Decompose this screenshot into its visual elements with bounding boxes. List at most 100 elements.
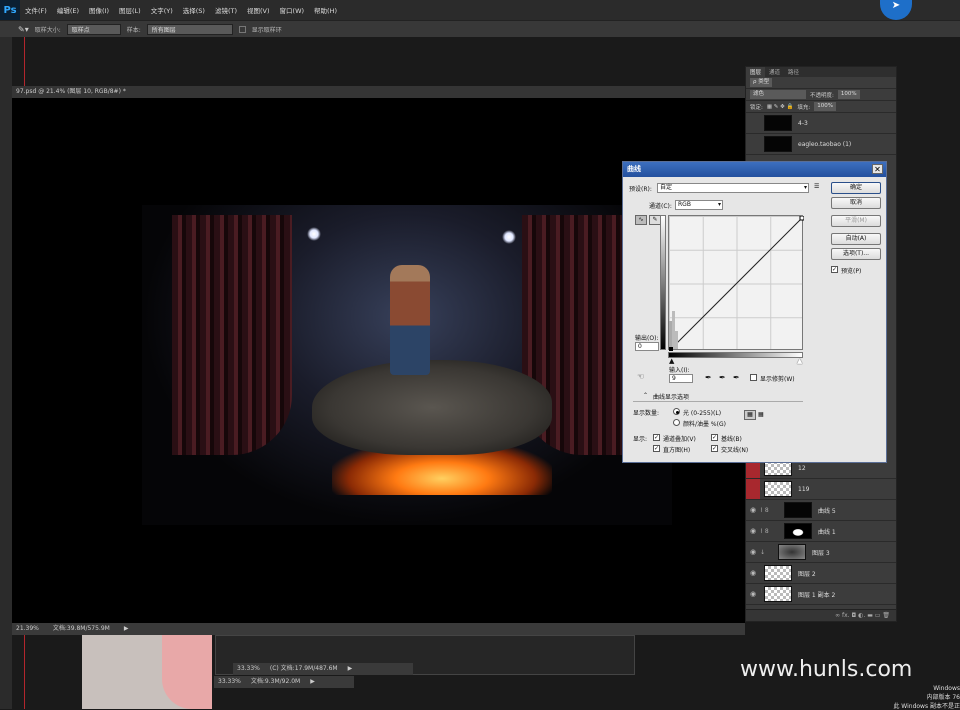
eye-icon[interactable]: ◉ (746, 548, 760, 556)
background-document-photo[interactable] (82, 635, 212, 709)
menu-file[interactable]: 文件(F) (20, 5, 52, 15)
preset-select[interactable]: 自定 (657, 183, 809, 193)
sample-size-select[interactable]: 取样点 (66, 23, 121, 35)
channel-select[interactable]: RGB (675, 200, 723, 210)
dialog-titlebar[interactable]: 曲线 ✕ (623, 162, 886, 177)
zoom-level[interactable]: 21.39% (16, 623, 39, 635)
grid-detailed-icon[interactable]: ▦ (758, 411, 764, 418)
menu-image[interactable]: 图像(I) (84, 5, 114, 15)
sample-label: 样本: (126, 26, 141, 34)
layer-row[interactable]: ◉ ⌇ 8 曲线 5 (746, 500, 896, 521)
intersection-checkbox[interactable]: ✓ (711, 445, 718, 452)
layers-panel-footer[interactable]: ∞ fx. ◘ ◐. ▬ ▭ 🗑 (746, 609, 896, 621)
show-clipping-checkbox[interactable] (750, 374, 757, 381)
menu-edit[interactable]: 编辑(E) (52, 5, 84, 15)
layer-row[interactable]: ◉ ⌇ 8 曲线 1 (746, 521, 896, 542)
layers-panel-tabs: 图层 通道 路径 (746, 67, 896, 77)
histogram-checkbox[interactable]: ✓ (653, 445, 660, 452)
curve-graph[interactable] (668, 215, 804, 351)
lower-zoom[interactable]: 33.33% (218, 676, 241, 688)
watermark: www.hunls.com (740, 657, 913, 682)
options-button[interactable]: 选项(T)... (831, 248, 881, 260)
visibility-toggle[interactable] (746, 479, 760, 499)
pigment-radio[interactable] (673, 419, 680, 426)
on-image-adjust-icon[interactable]: ☜ (637, 372, 644, 381)
layer-name: 图层 1 副本 2 (798, 591, 836, 599)
menu-window[interactable]: 窗口(W) (275, 5, 310, 15)
layer-row[interactable]: eagleo.taobao (1) (746, 134, 896, 155)
baseline-checkbox[interactable]: ✓ (711, 434, 718, 441)
preset-options-icon[interactable]: ☰ (814, 183, 819, 190)
grid-simple-icon[interactable]: ▦ (744, 410, 756, 420)
menu-layer[interactable]: 图层(L) (114, 5, 146, 15)
smooth-button[interactable]: 平滑(M) (831, 215, 881, 227)
eye-icon[interactable]: ◉ (746, 527, 760, 535)
lower-doc-size[interactable]: 文档:9.3M/92.0M (251, 676, 300, 688)
layer-thumbnail (764, 481, 792, 497)
eyedropper-icon[interactable]: ✎▾ (18, 25, 29, 34)
menu-view[interactable]: 视图(V) (242, 5, 275, 15)
show-amount-label: 显示数量: (633, 410, 660, 417)
light-option-label: 光 (0-255)(L) (683, 410, 722, 417)
show-ring-checkbox[interactable] (238, 25, 246, 33)
show-clipping-label: 显示修剪(W) (760, 376, 795, 383)
windows-line-2: 内部版本 76 (926, 694, 960, 701)
show-label: 显示: (633, 436, 648, 443)
eye-icon[interactable]: ◉ (746, 569, 760, 577)
menu-type[interactable]: 文字(Y) (146, 5, 178, 15)
status-arrow-icon[interactable]: ▶ (348, 663, 353, 675)
menu-select[interactable]: 选择(S) (178, 5, 210, 15)
layer-row[interactable]: ◉ ↓ 图层 3 (746, 542, 896, 563)
fill-field[interactable]: 100% (814, 102, 836, 111)
rhino (312, 360, 552, 455)
preview-checkbox[interactable]: ✓ (831, 266, 838, 273)
black-point-slider[interactable]: ▲ (669, 357, 674, 365)
white-eyedropper-icon[interactable]: ✒ (733, 373, 740, 382)
layer-name: 119 (798, 485, 810, 493)
auto-button[interactable]: 自动(A) (831, 233, 881, 245)
lower-status-bar-2: 33.33% 文档:9.3M/92.0M ▶ (214, 676, 354, 688)
curve-point-icon[interactable]: ∿ (635, 215, 647, 225)
input-field[interactable]: 9 (669, 374, 693, 383)
status-arrow-icon[interactable]: ▶ (310, 676, 315, 688)
layer-row[interactable]: ◉ 图层 2 (746, 563, 896, 584)
black-eyedropper-icon[interactable]: ✒ (705, 373, 712, 382)
tab-layers[interactable]: 图层 (746, 67, 766, 77)
sample-select[interactable]: 所有图层 (146, 23, 233, 35)
menu-help[interactable]: 帮助(H) (309, 5, 342, 15)
menu-filter[interactable]: 滤镜(T) (210, 5, 242, 15)
status-arrow-icon[interactable]: ▶ (124, 623, 129, 635)
dialog-title: 曲线 (627, 165, 641, 173)
tab-channels[interactable]: 通道 (765, 67, 784, 77)
lower-doc-size[interactable]: (C) 文档:17.9M/487.6M (270, 663, 338, 675)
kind-filter-select[interactable]: ρ 类型 (750, 78, 773, 87)
blend-row: 滤色 不透明度: 100% (746, 89, 896, 101)
opacity-field[interactable]: 100% (837, 90, 860, 99)
eye-icon[interactable]: ◉ (746, 506, 760, 514)
cancel-button[interactable]: 取消 (831, 197, 881, 209)
layer-row[interactable]: 4-3 (746, 113, 896, 134)
photoshop-logo: Ps (0, 0, 20, 20)
layer-row[interactable]: 119 (746, 479, 896, 500)
lock-icons[interactable]: ▦ ✎ ✥ 🔒 (767, 104, 794, 110)
doc-size[interactable]: 文档:39.8M/575.9M (53, 623, 110, 635)
options-bar: ✎▾ 取样大小: 取样点 样本: 所有图层 显示取样环 (0, 20, 960, 37)
layer-thumbnail (764, 115, 792, 131)
layer-thumbnail (764, 136, 792, 152)
display-options-label[interactable]: 曲线显示选项 (653, 392, 689, 401)
output-field[interactable]: 0 (635, 342, 659, 351)
tab-paths[interactable]: 路径 (784, 67, 803, 77)
blend-mode-select[interactable]: 滤色 (750, 90, 806, 99)
layer-row[interactable]: ◉ 图层 1 副本 2 (746, 584, 896, 605)
eye-icon[interactable]: ◉ (746, 590, 760, 598)
windows-line-1: Windows (933, 685, 960, 692)
ok-button[interactable]: 确定 (831, 182, 881, 194)
close-icon[interactable]: ✕ (872, 164, 883, 174)
lower-zoom[interactable]: 33.33% (237, 663, 260, 675)
document-tab[interactable]: 97.psd @ 21.4% (图层 10, RGB/8#) * (12, 86, 745, 98)
gray-eyedropper-icon[interactable]: ✒ (719, 373, 726, 382)
expand-icon[interactable]: ⌃ (643, 392, 648, 399)
channel-overlays-checkbox[interactable]: ✓ (653, 434, 660, 441)
white-point-slider[interactable]: ▲ (797, 357, 802, 365)
light-radio[interactable] (673, 408, 680, 415)
